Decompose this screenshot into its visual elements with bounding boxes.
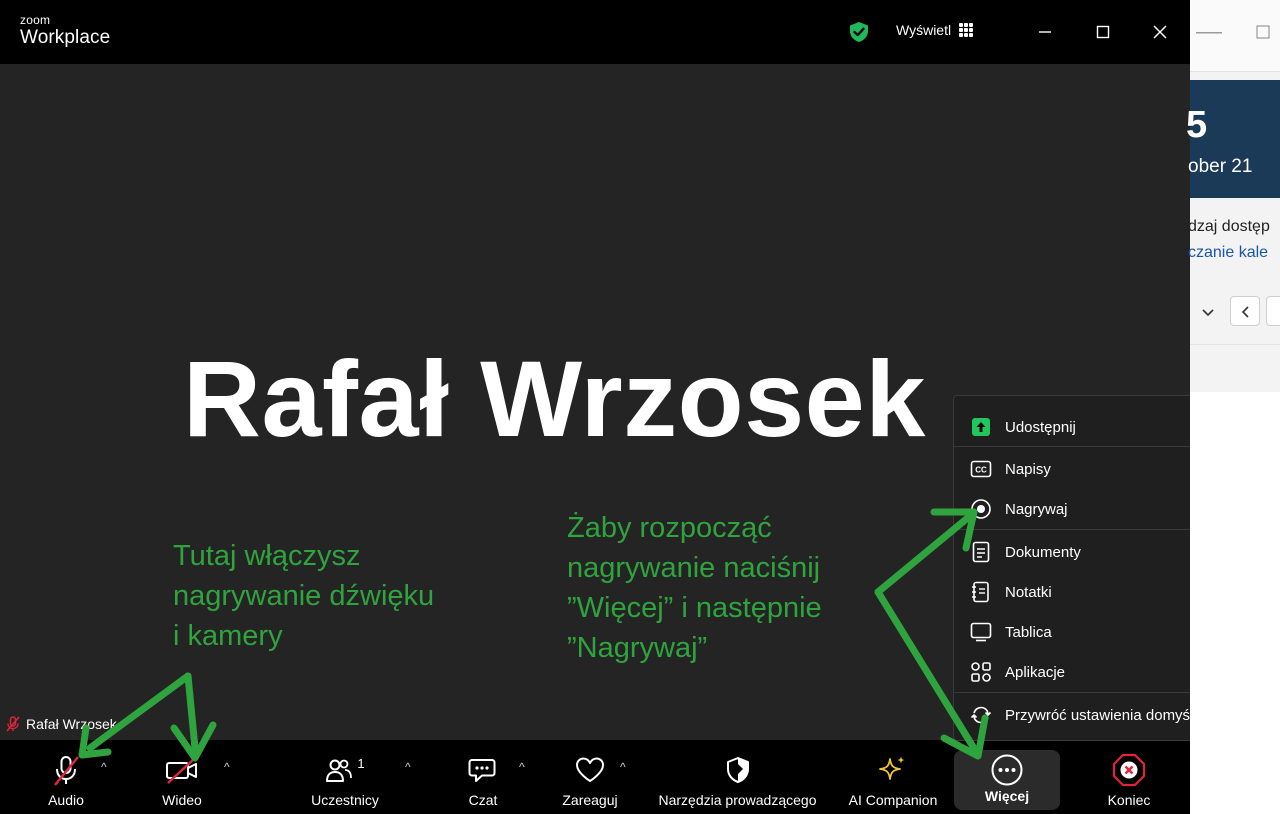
menu-item-label: Aplikacje [1005,663,1066,681]
heart-icon [576,757,604,782]
share-icon [972,418,990,436]
more-label: Więcej [984,788,1030,804]
close-icon[interactable] [1146,18,1174,46]
mic-muted-icon [54,756,79,786]
document-icon [972,541,990,563]
more-icon [991,754,1023,786]
ai-companion-label: AI Companion [848,792,938,808]
participants-count: 1 [357,756,365,771]
menu-item-label: Tablica [1005,623,1052,641]
notes-icon [972,581,989,603]
maximize-icon[interactable] [1089,18,1117,46]
participants-button[interactable]: 1 Uczestnicy [300,740,390,814]
menu-item-label: Nagrywaj [1005,500,1068,518]
audio-button[interactable]: Audio [36,740,96,814]
chat-label: Czat [468,792,498,808]
logo-small: zoom [20,13,51,27]
participant-name-display: Rafał Wrzosek [183,338,926,459]
title-bar: zoom Workplace Wyświetl [0,0,1190,64]
menu-item-label: Napisy [1005,460,1051,478]
minimize-icon [1196,32,1222,34]
annotation-right: Żaby rozpocząć nagrywanie naciśnij ”Więc… [567,512,822,664]
chat-options-caret[interactable]: ^ [519,760,525,774]
menu-item-label: Przywróć ustawienia domyślne [1005,706,1211,724]
end-button[interactable]: Koniec [1094,740,1164,814]
calendar-controls [1190,296,1280,328]
browser-link[interactable]: czanie kale [1188,244,1268,262]
host-tools-button[interactable]: Narzędzia prowadzącego [650,740,825,814]
end-label: Koniec [1107,792,1151,808]
zoom-logo: zoom Workplace [20,14,110,49]
grid-icon [959,23,974,37]
menu-item-label: Udostępnij [1005,418,1076,436]
video-label: Wideo [162,792,202,808]
host-tools-label: Narzędzia prowadzącego [658,792,817,808]
logo-big: Workplace [20,27,111,48]
captions-icon: CC [970,460,992,478]
chevron-down-icon[interactable] [1200,304,1216,320]
meeting-toolbar: Audio ^ Wideo ^ 1 Uczestnicy ^ Czat ^ Za… [0,740,1190,814]
end-meeting-icon [1112,753,1146,787]
react-button[interactable]: Zareaguj [555,740,625,814]
video-button[interactable]: Wideo [152,740,212,814]
shield-icon[interactable] [848,21,870,43]
participant-name: Rafał Wrzosek [26,716,117,732]
ai-companion-button[interactable]: AI Companion [843,740,943,814]
host-tools-shield-icon [726,757,749,783]
banner-number: 5 [1186,104,1208,146]
more-button[interactable]: Więcej [954,750,1060,810]
browser-top-bar [1190,0,1280,72]
calendar-button[interactable] [1266,296,1280,326]
camera-off-icon [166,757,197,784]
view-label: Wyświetl [896,22,952,38]
background-browser-window: 5 ober 21 dzaj dostęp czanie kale [1186,0,1280,814]
svg-text:CC: CC [975,466,987,475]
menu-item-label: Dokumenty [1005,543,1081,561]
apps-icon [971,662,991,682]
prev-button[interactable] [1230,296,1260,326]
chat-button[interactable]: Czat [453,740,513,814]
audio-label: Audio [48,792,84,808]
browser-content [1190,392,1280,814]
chevron-left-icon [1241,306,1249,318]
participants-label: Uczestnicy [311,792,379,808]
participant-label: Rafał Wrzosek [6,716,117,732]
maximize-icon [1256,25,1270,39]
browser-text: dzaj dostęp [1188,218,1270,235]
video-options-caret[interactable]: ^ [224,760,230,774]
banner-date: ober 21 [1188,156,1253,177]
whiteboard-icon [970,622,992,642]
ai-sparkle-icon [879,756,905,780]
annotation-left: Tutaj włączysz nagrywanie dźwięku i kame… [173,540,435,652]
view-button[interactable]: Wyświetl [896,22,974,38]
mic-muted-icon [6,716,20,732]
participants-options-caret[interactable]: ^ [405,760,411,774]
audio-options-caret[interactable]: ^ [101,760,107,774]
menu-item-label: Notatki [1005,583,1052,601]
reset-icon [970,706,992,724]
react-options-caret[interactable]: ^ [620,760,626,774]
minimize-icon[interactable] [1031,18,1059,46]
record-icon [971,499,991,519]
participants-icon [326,759,353,782]
react-label: Zareaguj [562,792,618,808]
chat-icon [468,759,496,782]
